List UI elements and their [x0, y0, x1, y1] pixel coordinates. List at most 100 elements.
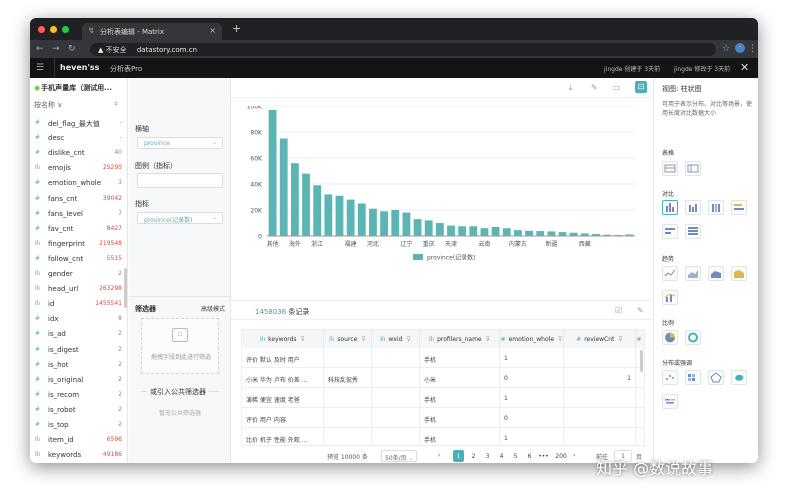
bar-上海[interactable]	[335, 195, 344, 236]
bar-天津[interactable]	[447, 225, 455, 236]
field-item[interactable]: Ilı head_url 263298	[30, 282, 127, 297]
view-heatmap-icon[interactable]	[685, 370, 701, 385]
column-header[interactable]: Ilı wxid ⊽	[372, 330, 420, 348]
field-item[interactable]: # desc -	[30, 131, 127, 146]
page-number-button[interactable]: 2	[468, 450, 479, 462]
bar-海外[interactable]	[290, 163, 299, 236]
advanced-mode-link[interactable]: 高级模式	[201, 304, 225, 313]
column-filter-icon[interactable]: ⊽	[406, 336, 410, 343]
page-number-button[interactable]: 4	[496, 450, 507, 462]
public-filter-link[interactable]: 或引入公共筛选器	[147, 387, 209, 397]
column-header[interactable]: Ilı source ⊽	[324, 330, 372, 348]
bar-贵州[interactable]	[569, 232, 578, 236]
close-window-dot[interactable]	[38, 26, 45, 33]
per-page-select[interactable]: 50条/页 ⌄	[381, 450, 417, 462]
bar-黑龙江[interactable]	[558, 232, 567, 236]
view-map-icon[interactable]	[731, 370, 747, 385]
page-number-button[interactable]: 3	[482, 450, 493, 462]
page-number-button[interactable]: •••	[538, 450, 549, 462]
field-item[interactable]: # is_hot 2	[30, 358, 127, 373]
bar-浙江[interactable]	[313, 185, 322, 236]
edit-icon[interactable]: ✎	[637, 306, 644, 315]
bar-云南[interactable]	[480, 228, 489, 236]
view-bar-icon[interactable]	[662, 200, 678, 215]
field-item[interactable]: # fans_cnt 39042	[30, 192, 127, 207]
field-item[interactable]: # is_digest 2	[30, 343, 127, 358]
field-item[interactable]: # del_flag_最大值 -	[30, 116, 127, 131]
field-item[interactable]: # emotion_whole 3	[30, 176, 127, 191]
column-header[interactable]: Ilı keywords ⊽	[242, 330, 324, 348]
back-arrow-icon[interactable]: ←	[36, 44, 44, 54]
bar-甘肃[interactable]	[592, 234, 600, 236]
view-bar-rank-icon[interactable]	[662, 224, 678, 239]
field-item[interactable]: Ilı emojis 25295	[30, 161, 127, 176]
field-item[interactable]: # fav_cnt 8427	[30, 222, 127, 237]
bar-河北[interactable]	[369, 208, 377, 236]
view-pie-icon[interactable]	[662, 330, 678, 345]
page-number-button[interactable]: 6	[524, 450, 535, 462]
page-number-button[interactable]: 1	[453, 450, 464, 462]
profile-avatar-icon[interactable]: ·	[735, 43, 745, 53]
bookmark-star-icon[interactable]: ☆	[722, 44, 730, 54]
view-area-icon[interactable]	[685, 266, 701, 281]
bar-山西[interactable]	[525, 230, 533, 236]
bar-广西[interactable]	[469, 226, 478, 236]
view-donut-icon[interactable]	[685, 330, 701, 345]
field-item[interactable]: # is_robot 2	[30, 403, 127, 418]
view-bar-list-icon[interactable]	[685, 224, 701, 239]
filter-dropzone[interactable]: ☐ 拖拽字段到此进行筛选	[141, 318, 219, 374]
bar-内蒙古[interactable]	[514, 230, 522, 236]
field-item[interactable]: Ilı keywords 49186	[30, 448, 127, 463]
column-filter-icon[interactable]: ⊽	[361, 336, 365, 343]
view-stacked-bar-icon[interactable]	[708, 200, 724, 215]
table-scrollbar[interactable]	[640, 350, 643, 372]
view-scatter-icon[interactable]	[662, 370, 678, 385]
datasource-title[interactable]: ◉手机声量库（测试用...	[34, 83, 112, 93]
maximize-window-dot[interactable]	[62, 26, 69, 33]
next-page-button[interactable]: ›	[573, 452, 575, 459]
browser-menu-icon[interactable]: ⋮	[748, 44, 757, 54]
bar-陕西[interactable]	[491, 226, 500, 236]
sort-dropdown[interactable]: 按名称 ∨	[34, 100, 62, 110]
view-wordcloud-icon[interactable]	[662, 394, 678, 409]
download-icon[interactable]: ⤓	[569, 83, 573, 93]
brush-icon[interactable]: ✎	[591, 83, 598, 92]
prev-page-button[interactable]: ‹	[438, 452, 440, 459]
forward-arrow-icon[interactable]: →	[52, 44, 60, 54]
legend-label[interactable]: province(记录数)	[427, 254, 476, 262]
hamburger-menu-icon[interactable]: ☰	[36, 63, 46, 73]
field-item[interactable]: # is_top 2	[30, 418, 127, 433]
minimize-window-dot[interactable]	[50, 26, 57, 33]
bar-广东[interactable]	[279, 138, 288, 237]
field-item[interactable]: # dislike_cnt 40	[30, 146, 127, 161]
page-number-button[interactable]: 200	[553, 450, 569, 462]
field-item[interactable]: Ilı id 1455541	[30, 297, 127, 312]
view-stacked-area-icon[interactable]	[708, 266, 724, 281]
field-item[interactable]: Ilı fingerprint 219548	[30, 237, 127, 252]
view-percent-area-icon[interactable]	[731, 266, 747, 281]
bar-四川[interactable]	[357, 203, 366, 237]
bar-山东[interactable]	[380, 211, 388, 236]
view-horizontal-bar-icon[interactable]	[731, 200, 747, 215]
field-item[interactable]: # idx 8	[30, 312, 127, 327]
view-table-icon[interactable]	[662, 161, 678, 176]
bar-江苏[interactable]	[324, 194, 333, 236]
field-item[interactable]: # is_original 2	[30, 373, 127, 388]
page-number-button[interactable]: 5	[510, 450, 521, 462]
field-item[interactable]: # follow_cnt 5515	[30, 252, 127, 267]
column-filter-icon[interactable]: ⊽	[486, 336, 490, 343]
fullscreen-icon[interactable]: ⊡	[635, 81, 647, 93]
field-item[interactable]: Ilı gender 2	[30, 267, 127, 282]
search-icon[interactable]: ⌕	[114, 99, 118, 109]
view-radar-icon[interactable]	[708, 370, 724, 385]
column-header[interactable]: # reviewCnt ⊽	[564, 330, 636, 348]
close-tab-icon[interactable]: ×	[209, 26, 216, 35]
bar-西藏[interactable]	[580, 233, 589, 236]
view-line-icon[interactable]	[662, 266, 678, 281]
bar-宁夏[interactable]	[603, 234, 612, 236]
field-item[interactable]: Ilı item_id 6596	[30, 433, 127, 448]
comment-icon[interactable]: ▭	[613, 83, 621, 92]
bar-湖北[interactable]	[391, 210, 400, 236]
legend-dropzone[interactable]	[137, 173, 223, 188]
metric-select[interactable]: province(记录数) ⌄	[137, 212, 223, 224]
